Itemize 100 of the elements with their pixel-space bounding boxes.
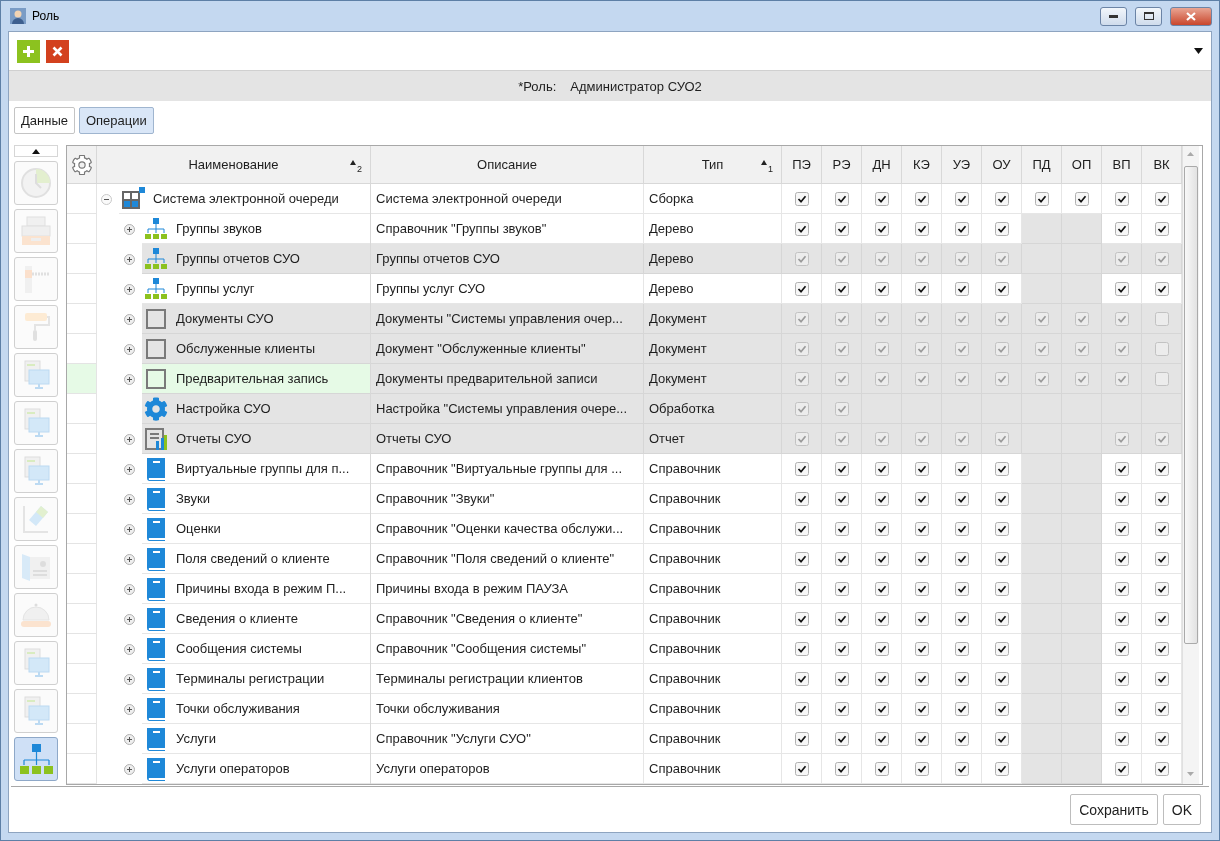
expand-icon[interactable] [124,493,135,505]
checkbox[interactable] [874,611,889,626]
checkbox[interactable] [794,521,809,536]
scroll-up-button[interactable] [14,145,58,157]
checkbox[interactable] [874,761,889,776]
expand-icon[interactable] [124,643,135,655]
checkbox[interactable] [794,461,809,476]
checkbox[interactable] [874,491,889,506]
checkbox[interactable] [1154,191,1169,206]
checkbox[interactable] [794,551,809,566]
checkbox[interactable] [1114,611,1129,626]
checkbox[interactable] [1154,641,1169,656]
checkbox[interactable] [914,221,929,236]
checkbox[interactable] [794,581,809,596]
checkbox[interactable] [914,761,929,776]
checkbox[interactable] [954,641,969,656]
checkbox[interactable] [914,731,929,746]
checkbox[interactable] [1154,701,1169,716]
checkbox[interactable] [1154,491,1169,506]
checkbox[interactable] [1114,221,1129,236]
checkbox[interactable] [1114,581,1129,596]
expand-icon[interactable] [124,733,135,745]
maximize-button[interactable] [1135,6,1162,26]
checkbox[interactable] [874,731,889,746]
checkbox[interactable] [994,191,1009,206]
checkbox[interactable] [834,761,849,776]
checkbox[interactable] [1114,521,1129,536]
checkbox[interactable] [994,641,1009,656]
checkbox[interactable] [1154,221,1169,236]
checkbox[interactable] [954,761,969,776]
checkbox[interactable] [874,191,889,206]
checkbox[interactable] [1114,461,1129,476]
checkbox[interactable] [914,701,929,716]
expand-icon[interactable] [124,703,135,715]
checkbox[interactable] [1154,281,1169,296]
expand-icon[interactable] [124,673,135,685]
checkbox[interactable] [794,281,809,296]
expand-icon[interactable] [124,583,135,595]
expand-icon[interactable] [124,223,135,235]
delete-button[interactable] [46,39,69,63]
checkbox[interactable] [914,641,929,656]
checkbox[interactable] [994,611,1009,626]
checkbox[interactable] [834,641,849,656]
checkbox[interactable] [834,281,849,296]
checkbox[interactable] [794,761,809,776]
sidebar-item[interactable] [14,737,58,781]
checkbox[interactable] [1154,611,1169,626]
checkbox[interactable] [794,221,809,236]
checkbox[interactable] [914,491,929,506]
checkbox[interactable] [954,671,969,686]
checkbox[interactable] [954,701,969,716]
checkbox[interactable] [954,521,969,536]
checkbox[interactable] [1114,731,1129,746]
checkbox[interactable] [1034,191,1049,206]
checkbox[interactable] [1114,281,1129,296]
checkbox[interactable] [794,611,809,626]
checkbox[interactable] [914,521,929,536]
checkbox[interactable] [1154,761,1169,776]
checkbox[interactable] [994,491,1009,506]
expand-icon[interactable] [124,463,135,475]
checkbox[interactable] [954,281,969,296]
checkbox[interactable] [954,191,969,206]
checkbox[interactable] [954,221,969,236]
checkbox[interactable] [954,551,969,566]
checkbox[interactable] [874,281,889,296]
checkbox[interactable] [834,221,849,236]
checkbox[interactable] [874,701,889,716]
ok-button[interactable]: OK [1162,794,1201,825]
checkbox[interactable] [874,521,889,536]
expand-icon[interactable] [124,283,135,295]
checkbox[interactable] [1114,641,1129,656]
checkbox[interactable] [874,641,889,656]
checkbox[interactable] [994,581,1009,596]
collapse-icon[interactable] [101,193,112,205]
checkbox[interactable] [914,671,929,686]
expand-icon[interactable] [124,523,135,535]
checkbox[interactable] [1114,701,1129,716]
checkbox[interactable] [994,731,1009,746]
tree-node[interactable]: Система электронной очереди [119,184,370,214]
checkbox[interactable] [994,761,1009,776]
expand-icon[interactable] [124,763,135,775]
checkbox[interactable] [794,671,809,686]
checkbox[interactable] [1154,461,1169,476]
checkbox[interactable] [794,701,809,716]
checkbox[interactable] [874,221,889,236]
checkbox[interactable] [914,581,929,596]
checkbox[interactable] [874,551,889,566]
checkbox[interactable] [914,551,929,566]
checkbox[interactable] [1114,551,1129,566]
checkbox[interactable] [834,701,849,716]
checkbox[interactable] [1114,671,1129,686]
checkbox[interactable] [1114,191,1129,206]
checkbox[interactable] [834,581,849,596]
checkbox[interactable] [994,221,1009,236]
checkbox[interactable] [794,641,809,656]
save-button[interactable]: Сохранить [1070,794,1158,825]
checkbox[interactable] [914,611,929,626]
close-button[interactable] [1170,6,1212,26]
checkbox[interactable] [1154,551,1169,566]
expand-icon[interactable] [124,613,135,625]
